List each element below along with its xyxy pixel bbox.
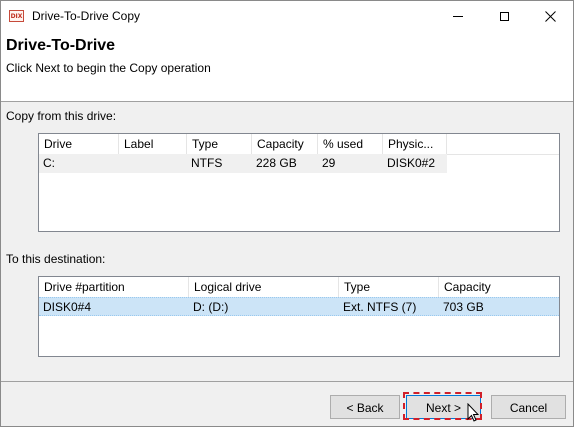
column-header-physical[interactable]: Physic... [383,134,447,154]
drive-to-drive-copy-window: DIX Drive-To-Drive Copy Drive-To-Drive C… [0,0,574,427]
window-title: Drive-To-Drive Copy [32,9,141,23]
title-bar[interactable]: DIX Drive-To-Drive Copy [1,1,573,32]
minimize-icon [453,16,463,17]
cancel-button[interactable]: Cancel [491,395,566,419]
column-header-type[interactable]: Type [187,134,252,154]
cell-capacity: 703 GB [443,300,484,314]
disk-icon: DIX [9,10,24,22]
back-button[interactable]: < Back [330,395,400,419]
minimize-button[interactable] [435,1,481,32]
column-header-logical-drive[interactable]: Logical drive [189,277,339,297]
column-header-drive-partition[interactable]: Drive #partition [39,277,189,297]
column-header-percent-used[interactable]: % used [318,134,383,154]
cell-label [119,154,187,173]
column-header-label[interactable]: Label [119,134,187,154]
footer-divider [1,381,573,382]
column-header-capacity[interactable]: Capacity [252,134,318,154]
destination-list-header: Drive #partition Logical drive Type Capa… [39,277,559,298]
page-title: Drive-To-Drive [6,37,116,54]
cell-drive-partition: DISK0#4 [43,300,92,314]
source-label: Copy from this drive: [6,109,117,123]
source-list-header: Drive Label Type Capacity % used Physic.… [39,134,559,155]
maximize-icon [499,12,509,21]
cursor-icon [467,403,479,422]
wizard-header: Drive-To-Drive Click Next to begin the C… [1,32,573,102]
cell-percent-used: 29 [322,156,336,170]
column-header-drive[interactable]: Drive [39,134,119,154]
cell-type: NTFS [191,156,223,170]
destination-label: To this destination: [6,252,106,266]
table-row[interactable]: DISK0#4 D: (D:) Ext. NTFS (7) 703 GB [39,297,559,316]
cell-type: Ext. NTFS (7) [343,300,417,314]
column-header-type[interactable]: Type [339,277,439,297]
cell-drive: C: [43,156,55,170]
destination-drive-list[interactable]: Drive #partition Logical drive Type Capa… [38,276,560,357]
maximize-button[interactable] [481,1,527,32]
source-drive-list[interactable]: Drive Label Type Capacity % used Physic.… [38,133,560,232]
cell-physical: DISK0#2 [387,156,436,170]
close-icon [544,11,556,22]
page-subtitle: Click Next to begin the Copy operation [6,61,211,75]
close-button[interactable] [527,1,573,32]
cell-logical-drive: D: (D:) [193,300,229,314]
cell-capacity: 228 GB [256,156,297,170]
column-header-capacity[interactable]: Capacity [439,277,559,297]
table-row[interactable]: C: NTFS 228 GB 29 DISK0#2 [39,154,447,173]
